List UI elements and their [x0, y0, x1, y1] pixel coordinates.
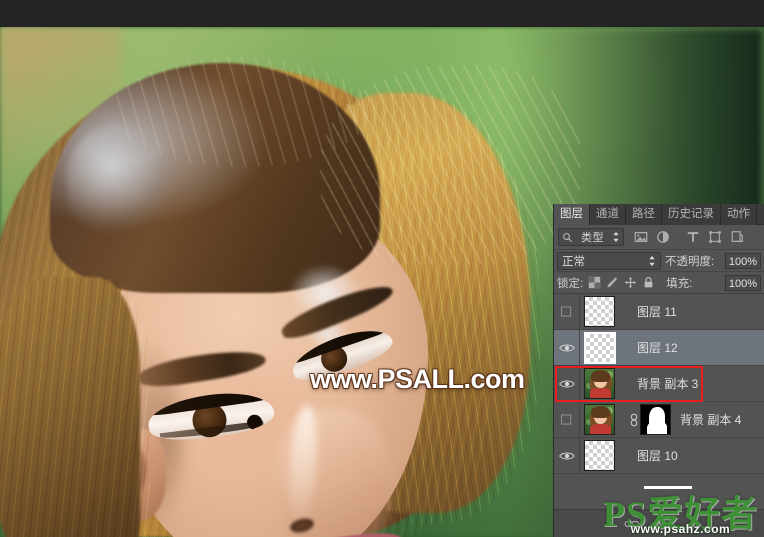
layer-thumbnail-cell[interactable] [580, 366, 628, 402]
layer-name: 图层 11 [637, 305, 677, 319]
adjustment-layer-filter-icon[interactable] [656, 230, 670, 244]
top-dark-bar [0, 0, 764, 27]
lock-position-icon[interactable] [624, 276, 637, 289]
blend-mode-select[interactable]: 正常 [557, 251, 661, 270]
thumb-body [590, 388, 611, 398]
blend-mode-row: 正常 不透明度: 100% [554, 250, 764, 272]
pixel-layer-filter-icon[interactable] [634, 230, 648, 244]
filter-type-icons [634, 230, 744, 244]
watermark-white-bar [644, 486, 692, 489]
link-layers-icon[interactable] [624, 516, 640, 532]
layer-filter-row: 类型 [554, 225, 764, 250]
portrait-subject [0, 37, 580, 537]
layer-thumbnail-cell[interactable] [580, 402, 628, 438]
thumb-hair-top [591, 406, 610, 418]
eye-icon [558, 344, 575, 351]
eye-off-icon [560, 306, 572, 317]
layer-mask-thumbnail[interactable] [640, 404, 671, 435]
updown-arrows-icon [649, 255, 655, 266]
layer-thumbnail-cell[interactable] [580, 330, 628, 366]
layer-thumbnail-transparent [584, 331, 616, 364]
link-icon [630, 413, 638, 426]
blend-mode-value: 正常 [562, 255, 585, 268]
fill-label: 填充: [666, 277, 693, 290]
layer-thumbnail-photo [584, 404, 615, 435]
tab-history[interactable]: 历史记录 [662, 204, 721, 225]
visibility-toggle-background-copy-4[interactable] [554, 401, 580, 438]
table-row[interactable]: 背景 副本 3 [554, 365, 764, 402]
fill-value[interactable]: 100% [725, 274, 761, 291]
table-row[interactable]: 图层 10 [554, 437, 764, 474]
layer-style-button[interactable]: fx. [654, 516, 667, 532]
thumb-hair-top [591, 370, 610, 382]
layer-name: 背景 副本 4 [680, 413, 742, 427]
eye-icon [558, 452, 575, 459]
layer-list: 图层 11 图层 12 背景 副本 3 背景 副本 4 图层 10 [554, 293, 764, 474]
filter-kind-select[interactable]: 类型 [558, 228, 624, 246]
tab-paths[interactable]: 路径 [626, 204, 662, 225]
layer-thumbnail-photo [584, 368, 615, 399]
visibility-toggle-background-copy-3[interactable] [554, 365, 580, 402]
table-row[interactable]: 背景 副本 4 [554, 401, 764, 438]
smart-object-filter-icon[interactable] [730, 230, 744, 244]
filter-kind-label: 类型 [581, 232, 604, 244]
lock-label: 锁定: [557, 277, 584, 290]
type-layer-filter-icon[interactable] [686, 230, 700, 244]
layer-thumbnail-cell[interactable] [580, 438, 628, 474]
layer-name: 背景 副本 3 [637, 377, 699, 391]
table-row[interactable]: 图层 11 [554, 293, 764, 330]
thumb-body [590, 424, 611, 434]
lock-all-icon[interactable] [642, 276, 655, 289]
eye-icon [558, 380, 575, 387]
tab-channels[interactable]: 通道 [590, 204, 626, 225]
tab-layers[interactable]: 图层 [554, 204, 590, 225]
visibility-toggle-layer-11[interactable] [554, 293, 580, 330]
layer-thumbnail-transparent [584, 440, 615, 471]
updown-arrows-icon [613, 231, 619, 243]
screenshot-root: www.PSALL.com 图层 通道 路径 历史记录 动作 类型 正常 不透明… [0, 0, 764, 537]
opacity-label: 不透明度: [665, 255, 715, 268]
panel-tabs: 图层 通道 路径 历史记录 动作 [554, 204, 764, 225]
photo-watermark: www.PSALL.com [310, 364, 525, 394]
table-row[interactable]: 图层 12 [554, 329, 764, 366]
tab-actions[interactable]: 动作 [721, 204, 757, 225]
panel-bottom-toolbar: fx. [554, 509, 764, 537]
layer-name: 图层 10 [637, 449, 678, 463]
opacity-value[interactable]: 100% [725, 252, 761, 269]
lock-row: 锁定: 填充: 100% [554, 272, 764, 294]
layer-name: 图层 12 [637, 341, 678, 355]
layer-thumbnail-cell[interactable] [580, 294, 628, 330]
hair-front-left-texture [0, 277, 150, 537]
visibility-toggle-layer-10[interactable] [554, 437, 580, 474]
search-icon [563, 232, 573, 242]
mask-link-toggle[interactable] [628, 413, 640, 427]
mask-silhouette-body [647, 421, 667, 434]
visibility-toggle-layer-12[interactable] [554, 329, 580, 366]
lock-image-icon[interactable] [606, 276, 619, 289]
lock-transparency-icon[interactable] [588, 276, 601, 289]
shape-layer-filter-icon[interactable] [708, 230, 722, 244]
eye-off-icon [560, 414, 572, 425]
flyaway-hair-top [110, 57, 370, 167]
layer-thumbnail-transparent [584, 296, 615, 327]
